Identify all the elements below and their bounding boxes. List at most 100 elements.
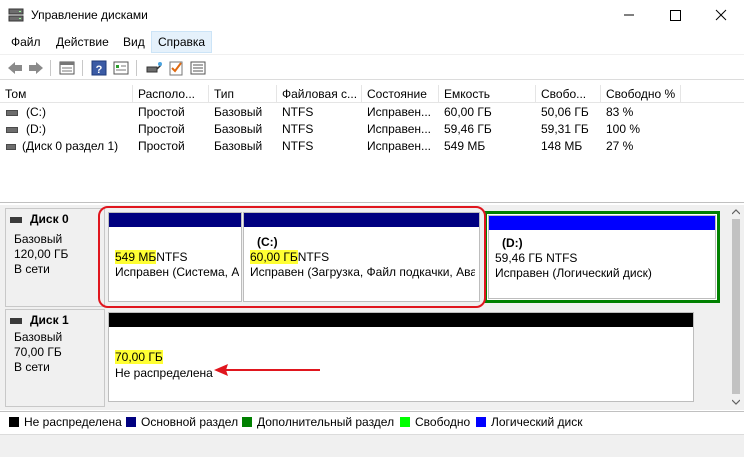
volume-list-header: Том Располо... Тип Файловая с... Состоян… xyxy=(0,85,744,103)
connect-icon[interactable] xyxy=(145,59,163,77)
scroll-thumb[interactable] xyxy=(732,219,740,394)
volume-row[interactable]: (D:) Простой Базовый NTFS Исправен... 59… xyxy=(0,121,744,138)
maximize-icon xyxy=(670,10,681,21)
volume-free-percent: 100 % xyxy=(606,122,641,136)
minimize-icon xyxy=(624,14,634,16)
volume-free: 59,31 ГБ xyxy=(541,122,589,136)
legend-swatch-unallocated xyxy=(9,417,19,427)
volume-name: (Диск 0 раздел 1) xyxy=(22,139,119,153)
vertical-scrollbar[interactable] xyxy=(728,205,744,410)
volume-capacity: 60,00 ГБ xyxy=(444,105,492,119)
volume-filesystem: NTFS xyxy=(282,105,314,119)
column-header-filesystem[interactable]: Файловая с... xyxy=(277,85,362,103)
column-header-type[interactable]: Тип xyxy=(209,85,277,103)
disk-size: 70,00 ГБ xyxy=(14,345,62,359)
close-icon xyxy=(715,9,727,21)
volume-icon xyxy=(6,127,18,133)
partition-unallocated[interactable]: 70,00 ГБ Не распределена xyxy=(108,312,694,402)
volume-filesystem: NTFS xyxy=(282,139,314,153)
red-highlight-frame xyxy=(98,206,486,308)
status-bar xyxy=(0,434,744,457)
title-bar: Управление дисками xyxy=(0,0,744,30)
close-button[interactable] xyxy=(698,0,744,30)
svg-text:?: ? xyxy=(96,64,103,76)
partition-state: Исправен (Логический диск) xyxy=(495,266,652,280)
disk-0-label[interactable]: Диск 0 Базовый 120,00 ГБ В сети xyxy=(5,208,105,307)
volume-filesystem: NTFS xyxy=(282,122,314,136)
legend-swatch-free xyxy=(400,417,410,427)
menu-file[interactable]: Файл xyxy=(5,31,47,53)
menu-bar: Файл Действие Вид Справка xyxy=(0,31,744,53)
volume-free: 50,06 ГБ xyxy=(541,105,589,119)
minimize-button[interactable] xyxy=(606,0,652,30)
toolbar-separator xyxy=(50,60,51,76)
legend-label: Не распределена xyxy=(24,415,122,429)
column-header-layout[interactable]: Располо... xyxy=(133,85,209,103)
menu-help[interactable]: Справка xyxy=(151,31,213,53)
partition-d[interactable]: (D:) 59,46 ГБ NTFS Исправен (Логический … xyxy=(488,215,716,299)
volume-type: Базовый xyxy=(214,105,263,119)
disk-management-app-icon xyxy=(8,8,24,22)
disk-type: Базовый xyxy=(14,330,63,344)
disk-management-window: Управление дисками Файл Действие Вид Спр… xyxy=(0,0,744,457)
volume-name: (C:) xyxy=(26,105,46,119)
check-icon[interactable] xyxy=(167,59,185,77)
column-header-status[interactable]: Состояние xyxy=(362,85,439,103)
volume-free-percent: 27 % xyxy=(606,139,634,153)
window-title: Управление дисками xyxy=(31,8,148,22)
volume-row[interactable]: (C:) Простой Базовый NTFS Исправен... 60… xyxy=(0,104,744,121)
logical-disk-bar xyxy=(489,216,715,230)
volume-icon xyxy=(6,110,18,116)
unallocated-bar xyxy=(109,313,693,327)
volume-free-percent: 83 % xyxy=(606,105,634,119)
red-arrow-annotation xyxy=(214,364,320,376)
disk-graphical-view: Диск 0 Базовый 120,00 ГБ В сети 549 МБNT… xyxy=(0,205,744,410)
back-arrow-icon[interactable] xyxy=(6,59,24,77)
legend-swatch-extended xyxy=(242,417,252,427)
scroll-down-icon[interactable] xyxy=(732,398,740,406)
partition-size: 70,00 ГБ xyxy=(115,350,163,364)
disk-name: Диск 0 xyxy=(30,212,69,226)
volume-type: Базовый xyxy=(214,139,263,153)
legend: Не распределена Основной раздел Дополнит… xyxy=(0,411,744,433)
disk-type: Базовый xyxy=(14,232,63,246)
disk-1-label[interactable]: Диск 1 Базовый 70,00 ГБ В сети xyxy=(5,309,105,407)
properties-icon[interactable] xyxy=(112,59,130,77)
disk-size: 120,00 ГБ xyxy=(14,247,69,261)
menu-view[interactable]: Вид xyxy=(117,31,151,53)
partition-size: 70,00 ГБ xyxy=(115,350,163,364)
menu-action[interactable]: Действие xyxy=(50,31,115,53)
scroll-up-icon[interactable] xyxy=(732,208,740,216)
column-header-free[interactable]: Свобо... xyxy=(536,85,601,103)
maximize-button[interactable] xyxy=(652,0,698,30)
list-icon[interactable] xyxy=(189,59,207,77)
volume-free: 148 МБ xyxy=(541,139,583,153)
partition-label: (D:) xyxy=(502,236,523,250)
extended-partition: (D:) 59,46 ГБ NTFS Исправен (Логический … xyxy=(484,211,720,303)
disk-icon xyxy=(10,217,22,223)
volume-capacity: 549 МБ xyxy=(444,139,486,153)
volume-layout: Простой xyxy=(138,105,185,119)
volume-list: Том Располо... Тип Файловая с... Состоян… xyxy=(0,85,744,203)
volume-capacity: 59,46 ГБ xyxy=(444,122,492,136)
volume-row[interactable]: (Диск 0 раздел 1) Простой Базовый NTFS И… xyxy=(0,138,744,155)
volume-status: Исправен... xyxy=(367,122,432,136)
column-header-volume[interactable]: Том xyxy=(0,85,133,103)
column-header-free-percent[interactable]: Свободно % xyxy=(601,85,681,103)
legend-label: Свободно xyxy=(415,415,471,429)
volume-name: (D:) xyxy=(26,122,46,136)
help-icon[interactable]: ? xyxy=(90,59,108,77)
partition-state: Не распределена xyxy=(115,366,213,380)
partition-size-fs: 59,46 ГБ NTFS xyxy=(495,251,578,265)
legend-label: Логический диск xyxy=(491,415,583,429)
column-header-capacity[interactable]: Емкость xyxy=(439,85,536,103)
toolbar-separator xyxy=(136,60,137,76)
volume-layout: Простой xyxy=(138,122,185,136)
disk-status: В сети xyxy=(14,262,50,276)
toolbar-separator xyxy=(82,60,83,76)
forward-arrow-icon[interactable] xyxy=(27,59,45,77)
disk-icon xyxy=(10,318,22,324)
volume-layout: Простой xyxy=(138,139,185,153)
console-icon[interactable] xyxy=(58,59,76,77)
disk-status: В сети xyxy=(14,360,50,374)
